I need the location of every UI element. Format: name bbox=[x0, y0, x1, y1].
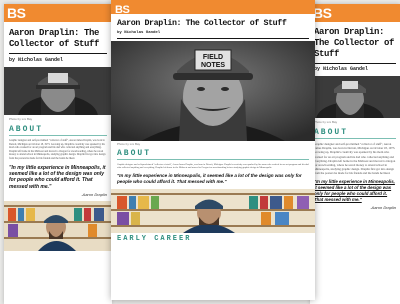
tablet-preview-center: BS Aaron Draplin: The Collector of Stuff… bbox=[111, 0, 315, 300]
shelf-photo bbox=[111, 188, 315, 233]
section-heading-early-career: EARLY CAREER bbox=[117, 234, 192, 243]
pull-quote: "In my little experience in Minneapolis,… bbox=[314, 178, 395, 203]
about-paragraph: Graphic designer and self-proclaimed "co… bbox=[117, 163, 309, 170]
pull-quote: "In my little experience in Minneapolis,… bbox=[117, 172, 302, 184]
hero-photo bbox=[310, 76, 400, 118]
article-title: Aaron Draplin: The Collector of Stuff bbox=[117, 19, 287, 28]
hat-patch-text-2: NOTES bbox=[201, 62, 225, 69]
hero-photo: FIELD NOTES bbox=[111, 41, 315, 141]
hat-patch-text: FIELD bbox=[203, 54, 223, 61]
article-byline: by Nicholas Gandel bbox=[9, 57, 64, 63]
header-bar: BS bbox=[310, 4, 400, 22]
article-title: Aaron Draplin: The Collector of Stuff bbox=[9, 28, 100, 49]
section-heading-about: ABOUT bbox=[117, 149, 152, 158]
site-logo[interactable]: BS bbox=[111, 3, 130, 17]
title-rule bbox=[117, 38, 309, 39]
site-logo[interactable]: BS bbox=[4, 4, 26, 22]
article-byline: by Nicholas Gandel bbox=[117, 31, 161, 35]
pull-quote: "In my little experience in Minneapolis,… bbox=[9, 164, 106, 190]
header-bar: BS bbox=[111, 0, 315, 17]
hero-photo bbox=[4, 67, 112, 115]
quote-attribution: -Aaron Draplin bbox=[370, 205, 396, 211]
about-paragraph: Graphic designer and self-proclaimed "co… bbox=[9, 139, 106, 160]
section-heading-about: ABOUT bbox=[314, 128, 349, 137]
quote-attribution: -Aaron Draplin bbox=[81, 192, 107, 198]
article-byline: by Nicholas Gandel bbox=[314, 66, 369, 72]
shelf-photo bbox=[4, 201, 112, 252]
article-title: Aaron Draplin: The Collector of Stuff bbox=[314, 27, 395, 59]
header-bar: BS bbox=[4, 4, 112, 22]
about-paragraph: Graphic designer and self-proclaimed "co… bbox=[314, 142, 396, 176]
mobile-preview-left: BS Aaron Draplin: The Collector of Stuff… bbox=[4, 4, 112, 304]
section-heading-about: ABOUT bbox=[9, 125, 44, 134]
mobile-preview-right: BS Aaron Draplin: The Collector of Stuff… bbox=[310, 4, 400, 304]
